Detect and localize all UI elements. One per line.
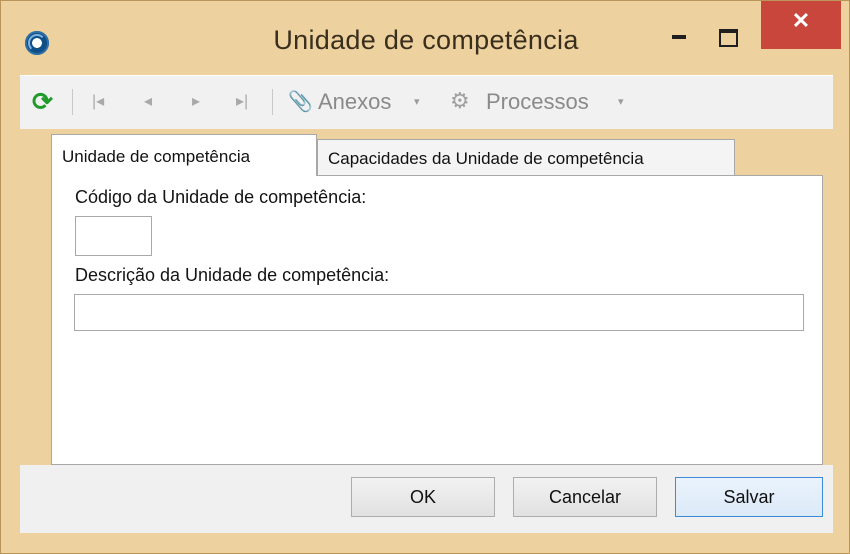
processes-label: Processos xyxy=(486,89,589,114)
code-label: Código da Unidade de competência: xyxy=(75,187,367,207)
attachments-label: Anexos xyxy=(318,89,392,114)
dialog-window: Unidade de competência ✕ ⟳ |◂ ◂ ▸ ▸| 📎 A… xyxy=(0,0,850,554)
refresh-icon[interactable]: ⟳ xyxy=(32,89,58,115)
close-icon: ✕ xyxy=(791,8,811,33)
processes-button[interactable]: ⚙ Processos ▾ xyxy=(440,86,630,118)
description-input[interactable] xyxy=(74,294,804,331)
cancel-button[interactable]: Cancelar xyxy=(513,477,657,517)
save-button[interactable]: Salvar xyxy=(675,477,823,517)
prev-record-icon[interactable]: ◂ xyxy=(144,90,160,114)
chevron-down-icon: ▾ xyxy=(618,96,624,108)
next-record-icon[interactable]: ▸ xyxy=(192,90,208,114)
minimize-icon[interactable] xyxy=(670,23,690,47)
code-input[interactable] xyxy=(75,216,152,256)
gears-icon: ⚙ xyxy=(450,88,470,113)
toolbar-separator xyxy=(72,89,73,115)
description-label: Descrição da Unidade de competência: xyxy=(75,265,390,285)
first-record-icon[interactable]: |◂ xyxy=(92,90,116,114)
title-bar[interactable]: Unidade de competência ✕ xyxy=(1,1,849,73)
attachments-button[interactable]: 📎 Anexos ▾ xyxy=(282,86,430,118)
chevron-down-icon: ▾ xyxy=(414,96,420,108)
toolbar: ⟳ |◂ ◂ ▸ ▸| 📎 Anexos ▾ ⚙ Processos ▾ xyxy=(20,75,833,129)
maximize-icon[interactable] xyxy=(717,27,739,49)
close-button[interactable]: ✕ xyxy=(761,1,841,49)
tab-capacidades[interactable]: Capacidades da Unidade de competência xyxy=(317,139,735,176)
paperclip-icon: 📎 xyxy=(288,91,313,113)
toolbar-separator xyxy=(272,89,273,115)
ok-button[interactable]: OK xyxy=(351,477,495,517)
last-record-icon[interactable]: ▸| xyxy=(236,90,260,114)
tab-unidade-de-competencia[interactable]: Unidade de competência xyxy=(51,134,317,176)
